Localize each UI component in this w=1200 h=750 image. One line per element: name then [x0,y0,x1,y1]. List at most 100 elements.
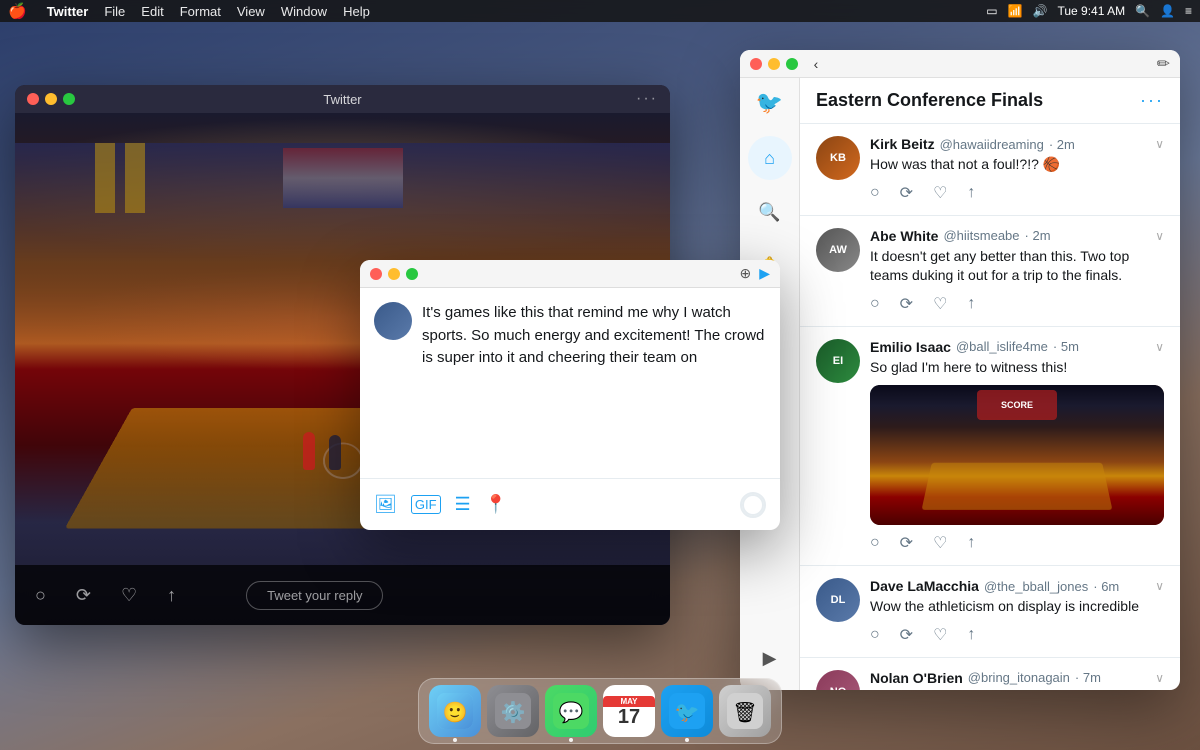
control-center-icon[interactable]: ≡ [1185,4,1192,18]
twitter-bottom-bar: ○ ⟳ ♡ ↑ Tweet your reply [15,565,670,625]
dock-messages[interactable]: 💬 [545,685,597,737]
close-button[interactable] [27,93,39,105]
compose-close-button[interactable] [370,268,382,280]
reply-action[interactable]: ○ [870,626,880,644]
compose-fullscreen-button[interactable] [406,268,418,280]
menubar-view[interactable]: View [237,4,265,19]
reply-action[interactable]: ○ [870,295,880,313]
compose-add-icon[interactable]: ⊕ [739,265,751,282]
compose-minimize-button[interactable] [388,268,400,280]
fullscreen-button[interactable] [63,93,75,105]
tweet-text: It doesn't get any better than this. Two… [870,247,1164,286]
wifi-icon[interactable]: 📶 [1008,4,1023,18]
share-action[interactable]: ↑ [967,626,975,644]
tweet-item: KB Kirk Beitz @hawaiidreaming · 2m ∨ How… [800,124,1180,216]
user-icon[interactable]: 👤 [1160,4,1175,18]
tweet-text: This game has been crazy! [870,689,1164,690]
menubar-app-name[interactable]: Twitter [47,4,89,19]
menubar-window[interactable]: Window [281,4,327,19]
retweet-action[interactable]: ⟳ [900,183,913,203]
like-icon[interactable]: ♡ [121,585,137,606]
char-count-indicator [740,492,766,518]
sidebar-home[interactable]: ⌂ [748,136,792,180]
tweet-reply-button[interactable]: Tweet your reply [246,581,383,610]
spotlight-icon[interactable]: 🔍 [1135,4,1150,18]
screen-mirror-icon[interactable]: ▭ [986,4,997,18]
dock-settings[interactable]: ⚙️ [487,685,539,737]
compose-user-avatar [374,302,412,340]
add-list-icon[interactable]: ☰ [455,494,471,515]
dock-twitter[interactable]: 🐦 [661,685,713,737]
avatar-initials: NO [830,686,847,690]
panel-header: Eastern Conference Finals ··· [800,78,1180,124]
flag-banner [283,148,403,208]
retweet-icon[interactable]: ⟳ [76,585,91,606]
add-gif-icon[interactable]: GIF [411,495,441,514]
twitter-panel: ‹ ✏ 🐦 ⌂ 🔍 🔔 ✉ ▶ Eastern Conference Final… [740,50,1180,690]
sidebar-search[interactable]: 🔍 [748,190,792,234]
menubar-edit[interactable]: Edit [141,4,163,19]
panel-close-button[interactable] [750,58,762,70]
menubar-time: Tue 9:41 AM [1057,4,1125,18]
retweet-action[interactable]: ⟳ [900,533,913,553]
avatar: NO [816,670,860,690]
share-icon[interactable]: ↑ [167,585,176,606]
dock-finder[interactable]: 🙂 [429,685,481,737]
compose-textarea[interactable]: It's games like this that remind me why … [422,302,766,464]
like-action[interactable]: ♡ [933,183,947,203]
tweet-item: NO Nolan O'Brien @bring_itonagain · 7m ∨… [800,658,1180,690]
avatar-initials: DL [831,594,846,606]
avatar-initials: EI [833,355,843,367]
tweet-item: DL Dave LaMacchia @the_bball_jones · 6m … [800,566,1180,658]
tweet-name: Kirk Beitz [870,136,935,152]
add-image-icon[interactable]: 🖼 [374,494,397,515]
minimize-button[interactable] [45,93,57,105]
dock-trash[interactable]: 🗑 [719,685,771,737]
compose-window: ⊕ ▶ It's games like this that remind me … [360,260,780,530]
panel-back-button[interactable]: ‹ [806,54,826,74]
retweet-action[interactable]: ⟳ [900,294,913,314]
tweet-actions: ○ ⟳ ♡ ↑ [870,294,1164,314]
traffic-lights [27,93,75,105]
like-action[interactable]: ♡ [933,533,947,553]
panel-minimize-button[interactable] [768,58,780,70]
sidebar-compose-alt[interactable]: ▶ [748,636,792,680]
dock-messages-dot [569,738,573,742]
share-action[interactable]: ↑ [967,295,975,313]
reply-icon[interactable]: ○ [35,585,46,606]
dock: 🙂 ⚙️ 💬 MAY 17 🐦 🗑 [418,678,782,744]
menubar-file[interactable]: File [104,4,125,19]
tweet-header: Nolan O'Brien @bring_itonagain · 7m ∨ [870,670,1164,686]
window-more-button[interactable]: ··· [636,90,658,108]
reply-action[interactable]: ○ [870,534,880,552]
panel-more-button[interactable]: ··· [1140,90,1164,111]
tweet-header: Abe White @hiitsmeabe · 2m ∨ [870,228,1164,244]
dock-calendar[interactable]: MAY 17 [603,685,655,737]
share-action[interactable]: ↑ [967,534,975,552]
apple-menu[interactable]: 🍎 [8,2,27,20]
tweet-body: Abe White @hiitsmeabe · 2m ∨ It doesn't … [870,228,1164,314]
reply-action[interactable]: ○ [870,184,880,202]
menubar-format[interactable]: Format [180,4,221,19]
tweet-chevron[interactable]: ∨ [1155,340,1164,354]
compose-send-icon[interactable]: ▶ [759,265,770,282]
panel-fullscreen-button[interactable] [786,58,798,70]
retweet-action[interactable]: ⟳ [900,625,913,645]
like-action[interactable]: ♡ [933,294,947,314]
banner-2 [125,143,145,213]
tweet-chevron[interactable]: ∨ [1155,137,1164,151]
volume-icon[interactable]: 🔊 [1033,4,1048,18]
add-location-icon[interactable]: 📍 [485,494,507,515]
panel-traffic-lights [750,58,798,70]
tweet-chevron[interactable]: ∨ [1155,229,1164,243]
avatar-initials: KB [830,152,846,164]
tweet-chevron[interactable]: ∨ [1155,671,1164,685]
share-action[interactable]: ↑ [967,184,975,202]
twitter-window-titlebar: Twitter ··· [15,85,670,113]
tweets-list: KB Kirk Beitz @hawaiidreaming · 2m ∨ How… [800,124,1180,690]
panel-compose-button[interactable]: ✏ [1157,54,1170,74]
like-action[interactable]: ♡ [933,625,947,645]
menubar-help[interactable]: Help [343,4,370,19]
tweet-handle: @the_bball_jones [984,579,1088,594]
tweet-chevron[interactable]: ∨ [1155,579,1164,593]
